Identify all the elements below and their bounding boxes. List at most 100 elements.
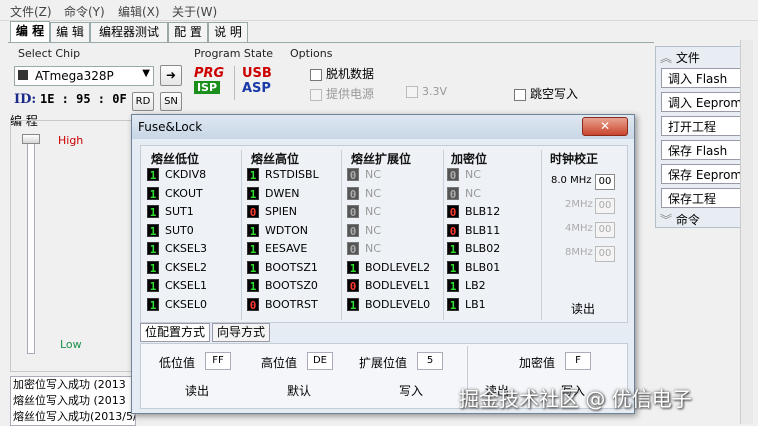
fuse-bit-label: BOOTSZ0 bbox=[265, 279, 318, 292]
fuse-bit-label: BLB02 bbox=[465, 242, 501, 255]
fuse-bit-label: BLB12 bbox=[465, 205, 501, 218]
fuse-bit-toggle[interactable]: 1 bbox=[247, 186, 259, 201]
tab-programmer-test[interactable]: 编程器测试 bbox=[90, 22, 168, 42]
fuse-bit-label: NC bbox=[465, 168, 481, 181]
skip-blank-checkbox[interactable]: 跳空写入 bbox=[514, 85, 578, 102]
fuse-bit-toggle[interactable]: 0 bbox=[247, 205, 259, 219]
lock-value-field[interactable]: F bbox=[565, 352, 591, 370]
fuse-bit-toggle[interactable]: 0 bbox=[347, 168, 359, 182]
fuse-bit-label: BODLEVEL2 bbox=[365, 260, 431, 274]
fuse-bit-label: CKSEL2 bbox=[165, 260, 207, 274]
offline-data-checkbox[interactable]: 脱机数据 bbox=[310, 65, 374, 82]
v33-checkbox[interactable]: 3.3V bbox=[406, 85, 447, 98]
menu-command[interactable]: 命令(Y) bbox=[64, 3, 105, 20]
log-line: 熔丝位写入成功 (2013 bbox=[13, 394, 126, 407]
fuse-bit-toggle[interactable]: 0 bbox=[347, 205, 359, 219]
fuse-bit-toggle[interactable]: 0 bbox=[447, 168, 459, 182]
fuse-bit-toggle[interactable]: 1 bbox=[347, 260, 359, 275]
asp-label: ASP bbox=[242, 81, 271, 96]
clock-calibration-field[interactable]: 00 bbox=[595, 246, 615, 262]
open-project-button[interactable]: 打开工程 bbox=[661, 116, 745, 136]
fuse-bit-toggle[interactable]: 0 bbox=[447, 186, 459, 201]
fuse-bit-label: BODLEVEL0 bbox=[365, 297, 431, 311]
fuse-bit-toggle[interactable]: 1 bbox=[247, 223, 259, 238]
fuse-bit-toggle[interactable]: 0 bbox=[347, 242, 359, 256]
fuse-bit-toggle[interactable]: 1 bbox=[147, 223, 159, 238]
fuse-bit-toggle[interactable]: 1 bbox=[147, 168, 159, 182]
fuse-bit-label: BLB11 bbox=[465, 223, 501, 237]
fuse-bit-toggle[interactable]: 1 bbox=[147, 205, 159, 219]
fuse-bit-toggle[interactable]: 1 bbox=[347, 297, 359, 312]
rd-button[interactable]: RD bbox=[132, 92, 154, 111]
fuse-bit-toggle[interactable]: 1 bbox=[147, 260, 159, 275]
fuse-bit-toggle[interactable]: 1 bbox=[447, 297, 459, 312]
fuse-bit-label: WDTON bbox=[265, 223, 308, 237]
fuse-write-button[interactable]: 写入 bbox=[399, 382, 423, 399]
usb-label: USB bbox=[242, 66, 272, 81]
fuse-bit-toggle[interactable]: 1 bbox=[247, 279, 259, 293]
fuse-bit-toggle[interactable]: 0 bbox=[447, 205, 459, 219]
load-flash-button[interactable]: 调入 Flash bbox=[661, 68, 745, 88]
fuse-bit-toggle[interactable]: 0 bbox=[347, 186, 359, 201]
menu-edit[interactable]: 编辑(X) bbox=[118, 3, 160, 20]
fuse-bit-toggle[interactable]: 0 bbox=[447, 223, 459, 238]
fuse-bit-toggle[interactable]: 0 bbox=[347, 279, 359, 293]
chip-select[interactable]: ATmega328P ▼ bbox=[14, 66, 154, 86]
tab-edit[interactable]: 编 辑 bbox=[50, 22, 90, 42]
tab-wizard[interactable]: 向导方式 bbox=[212, 323, 271, 342]
fuse-bit-toggle[interactable]: 0 bbox=[247, 297, 259, 312]
low-value-field[interactable]: FF bbox=[205, 352, 231, 370]
sn-button[interactable]: SN bbox=[160, 92, 182, 111]
fuse-default-button[interactable]: 默认 bbox=[287, 382, 311, 399]
clock-calibration-field[interactable]: 00 bbox=[595, 174, 615, 190]
clock-read-button[interactable]: 读出 bbox=[571, 300, 595, 317]
arrow-right-button[interactable]: ➜ bbox=[160, 65, 182, 86]
save-eeprom-button[interactable]: 保存 Eeprom bbox=[661, 164, 745, 184]
ext-value-field[interactable]: 5 bbox=[417, 352, 443, 370]
fuse-bit-label: NC bbox=[365, 186, 381, 200]
fuse-bit-label: NC bbox=[465, 186, 481, 200]
level-slider-track[interactable] bbox=[27, 140, 35, 354]
tab-config[interactable]: 配 置 bbox=[168, 22, 208, 42]
fuse-bit-toggle[interactable]: 1 bbox=[447, 242, 459, 256]
fuse-bit-toggle[interactable]: 1 bbox=[447, 260, 459, 275]
fuse-bit-toggle[interactable]: 1 bbox=[147, 186, 159, 201]
command-panel-header[interactable]: ︾ 命令 bbox=[660, 211, 700, 228]
fuse-column-header: 熔丝扩展位 bbox=[351, 152, 412, 166]
high-value-field[interactable]: DE bbox=[307, 352, 333, 370]
fuse-bit-label: LB2 bbox=[465, 279, 486, 292]
fuse-bit-label: BOOTRST bbox=[265, 297, 318, 311]
ext-value-label: 扩展位值 bbox=[359, 356, 408, 370]
load-eeprom-button[interactable]: 调入 Eeprom bbox=[661, 92, 745, 112]
fuse-bit-toggle[interactable]: 1 bbox=[447, 279, 459, 293]
tab-program[interactable]: 编 程 bbox=[10, 21, 50, 42]
fuse-bit-toggle[interactable]: 1 bbox=[247, 260, 259, 275]
fuse-bit-toggle[interactable]: 1 bbox=[147, 279, 159, 293]
fuse-bit-toggle[interactable]: 1 bbox=[147, 242, 159, 256]
fuse-bit-toggle[interactable]: 1 bbox=[247, 242, 259, 256]
prg-label: PRG bbox=[194, 66, 225, 81]
fuse-lock-dialog: Fuse&Lock ✕ 熔丝低位 1 CKDIV8 1 CKOUT 1 SUT1 1 SUT0 1… bbox=[131, 114, 635, 414]
file-panel-header[interactable]: ︽ 文件 bbox=[660, 49, 700, 66]
close-button[interactable]: ✕ bbox=[582, 117, 628, 136]
log-line: 熔丝位写入成功(2013/5/12 14:33:42) bbox=[13, 410, 135, 423]
clock-calibration-field[interactable]: 00 bbox=[595, 222, 615, 238]
fuse-bit-toggle[interactable]: 1 bbox=[147, 297, 159, 312]
tab-bit-config[interactable]: 位配置方式 bbox=[140, 323, 211, 342]
menu-file[interactable]: 文件(Z) bbox=[10, 3, 52, 20]
save-flash-button[interactable]: 保存 Flash bbox=[661, 140, 745, 160]
lock-value-label: 加密值 bbox=[519, 356, 556, 370]
tab-help[interactable]: 说 明 bbox=[208, 22, 248, 42]
supply-power-checkbox[interactable]: 提供电源 bbox=[310, 85, 374, 102]
clock-calibration-field[interactable]: 00 bbox=[595, 198, 615, 214]
fuse-bit-toggle[interactable]: 0 bbox=[347, 223, 359, 238]
fuse-bit-toggle[interactable]: 1 bbox=[247, 168, 259, 182]
column-divider bbox=[443, 150, 444, 320]
chip-id-value: 1E : 95 : 0F bbox=[40, 92, 127, 106]
level-slider-thumb[interactable] bbox=[22, 134, 40, 144]
scrollbar[interactable] bbox=[740, 40, 753, 424]
menu-about[interactable]: 关于(W) bbox=[172, 3, 217, 20]
save-project-button[interactable]: 保存工程 bbox=[661, 188, 745, 208]
fuse-read-button[interactable]: 读出 bbox=[185, 382, 209, 399]
fuse-bit-label: SPIEN bbox=[265, 205, 298, 218]
